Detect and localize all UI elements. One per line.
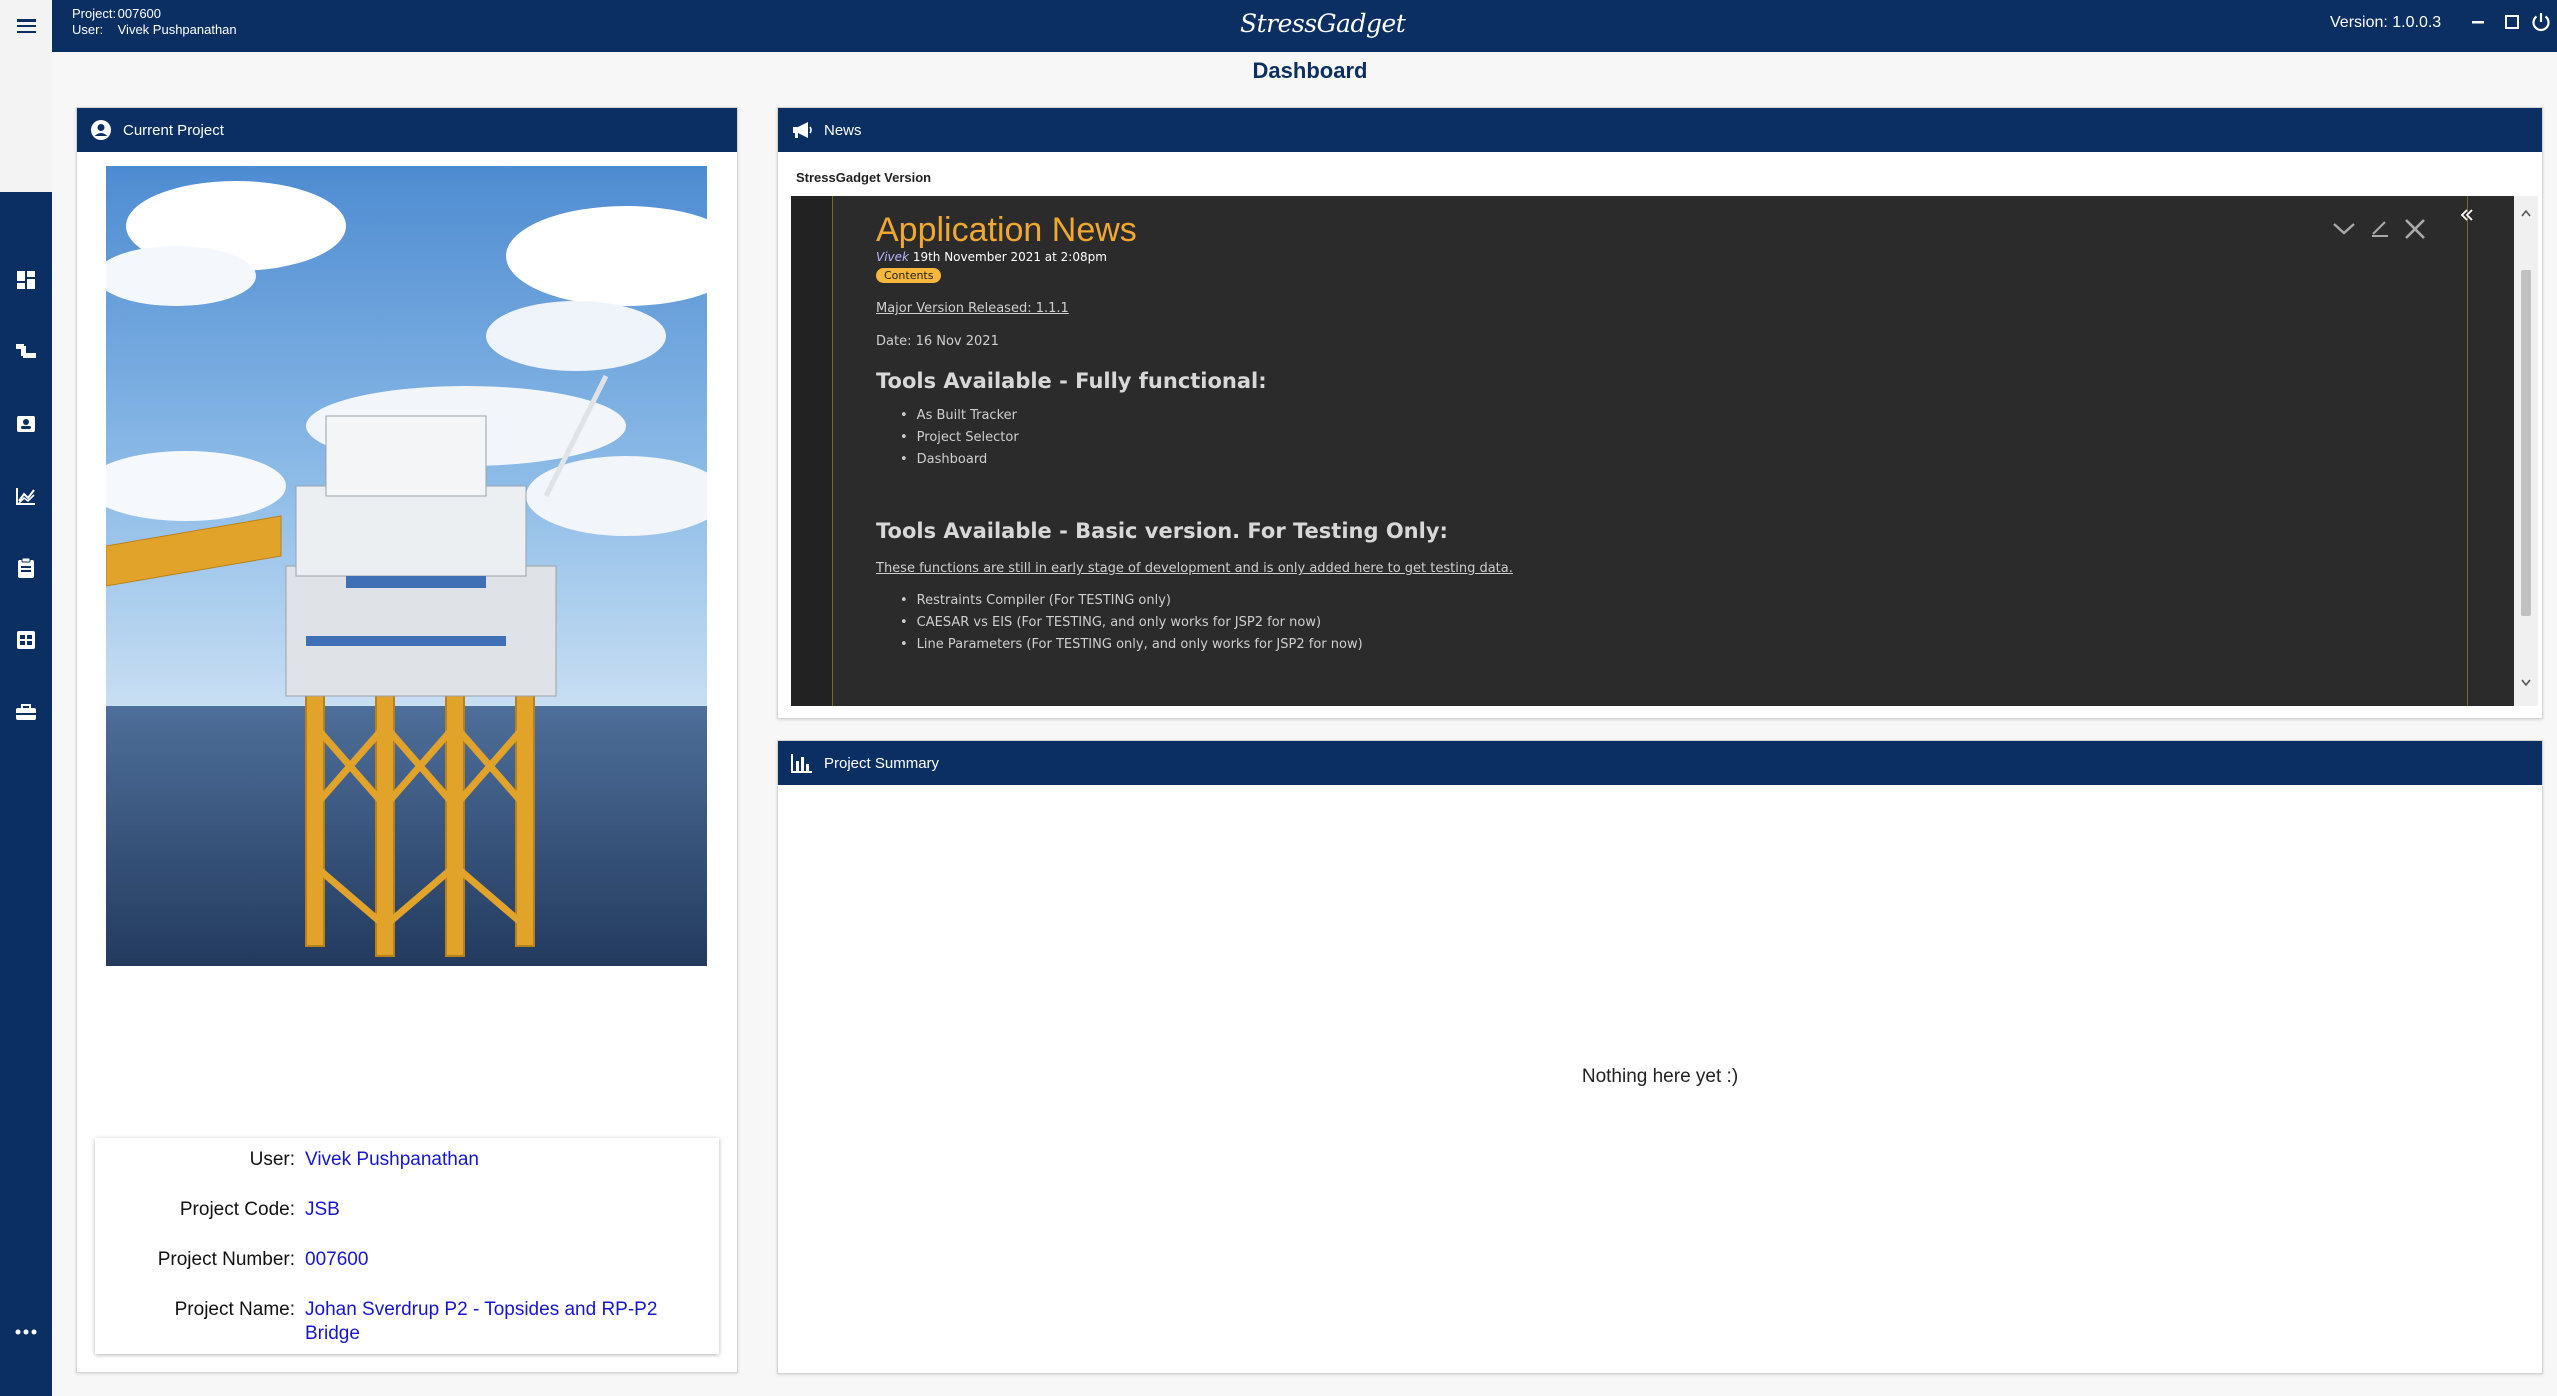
current-project-title: Current Project [123,121,224,139]
sidebar [0,192,52,1396]
double-chevron-left-icon [2460,209,2473,221]
project-label: Project: [72,6,117,21]
minimize-button[interactable] [2466,10,2490,34]
page-title: Dashboard [1252,58,1368,83]
list-item: Project Selector [900,427,2426,449]
news-subtitle: StressGadget Version [796,170,932,185]
close-icon[interactable] [2403,218,2427,240]
news-header: News [778,108,2542,152]
release-date: Date: 16 Nov 2021 [876,334,999,349]
scroll-up-icon[interactable] [2520,208,2532,220]
edit-icon[interactable] [2369,218,2391,238]
detail-label: User: [249,1149,295,1170]
project-summary-card: Project Summary [777,740,2543,1374]
chevron-down-icon[interactable] [2331,218,2357,238]
detail-value: Vivek Pushpanathan [305,1149,479,1170]
tools-list-functional: As Built Tracker Project Selector Dashbo… [900,405,2426,471]
news-toolbar [2331,218,2427,240]
news-title: News [824,121,862,139]
sidebar-item-reports[interactable] [0,546,52,590]
detail-label: Project Name: [174,1299,295,1320]
sidebar-item-dashboard[interactable] [0,258,52,302]
bar-chart-icon [790,751,814,775]
sidebar-item-tables[interactable] [0,618,52,662]
detail-row-project-number: Project Number: 007600 [95,1248,719,1272]
news-article: Application News Vivek 19th November 202… [876,210,2426,656]
sidebar-spacer [0,52,52,192]
maximize-button[interactable] [2500,10,2524,34]
project-summary-title: Project Summary [824,754,940,772]
heading-fully-functional: Tools Available - Fully functional: [876,369,1267,393]
news-scrollbar[interactable] [2514,196,2538,706]
sidebar-item-pipe-route[interactable] [0,330,52,374]
project-value: 007600 [117,6,162,21]
pipe-route-icon [16,344,36,358]
line-chart-icon [16,488,35,505]
version-label: Version: 1.0.0.3 [2330,14,2442,31]
detail-row-project-name: Project Name: Johan Sverdrup P2 - Topsid… [95,1298,719,1346]
app-logo: StressGadget [1240,9,1406,38]
project-image [106,166,707,966]
project-info: Project: 007600 User: Vivek Pushpanathan [72,6,237,38]
heading-testing-only: Tools Available - Basic version. For Tes… [876,519,1448,543]
table-grid-icon [17,631,35,649]
list-item: Dashboard [900,449,2426,471]
article-date: 19th November 2021 at 2:08pm [912,250,1107,264]
article-title: Application News [876,211,1137,249]
user-label: User: [72,22,104,37]
article-author[interactable]: Vivek [876,250,909,264]
news-right-border [2467,196,2468,706]
dashboard-icon [17,271,35,289]
user-value: Vivek Pushpanathan [117,22,237,37]
hamburger-icon [16,19,36,33]
maximize-icon [2505,15,2519,29]
current-project-header: Current Project [77,108,737,152]
collapse-button[interactable] [2459,206,2475,229]
detail-value: 007600 [305,1249,369,1270]
news-left-gutter [791,196,833,706]
menu-button[interactable] [0,0,52,52]
sidebar-item-contacts[interactable] [0,402,52,446]
detail-row-project-code: Project Code: JSB [95,1198,719,1222]
detail-value: Johan Sverdrup P2 - Topsides and RP-P2 B… [305,1299,658,1344]
tools-list-testing: Restraints Compiler (For TESTING only) C… [900,590,2426,656]
detail-label: Project Code: [179,1199,295,1220]
list-item: As Built Tracker [900,405,2426,427]
top-bar: Project: 007600 User: Vivek Pushpanathan… [0,0,2557,52]
contact-card-icon [17,416,35,432]
testing-note[interactable]: These functions are still in early stage… [876,561,2426,576]
power-button[interactable] [2529,10,2553,34]
more-icon [15,1329,37,1335]
list-item: Restraints Compiler (For TESTING only) [900,590,2426,612]
article-meta: Vivek 19th November 2021 at 2:08pm [876,250,2426,264]
sidebar-item-tools[interactable] [0,690,52,734]
sidebar-item-analytics[interactable] [0,474,52,518]
megaphone-icon [790,118,814,142]
scroll-thumb[interactable] [2521,270,2531,616]
project-details-box: User: Vivek Pushpanathan Project Code: J… [95,1138,719,1354]
project-summary-header: Project Summary [778,741,2542,785]
minimize-icon [2472,21,2484,24]
power-icon [2532,13,2550,32]
clipboard-icon [18,557,34,578]
sidebar-item-more[interactable] [0,1310,52,1354]
scroll-down-icon[interactable] [2520,676,2532,688]
detail-row-user: User: Vivek Pushpanathan [95,1148,719,1172]
toolbox-icon [16,704,36,720]
account-circle-icon [89,118,113,142]
list-item: CAESAR vs EIS (For TESTING, and only wor… [900,612,2426,634]
detail-value: JSB [305,1199,340,1220]
list-item: Line Parameters (For TESTING only, and o… [900,634,2426,656]
release-link[interactable]: Major Version Released: 1.1.1 [876,301,2426,316]
contents-badge[interactable]: Contents [876,268,942,283]
news-viewer: Application News Vivek 19th November 202… [791,196,2514,706]
detail-label: Project Number: [157,1249,295,1270]
empty-state-message: Nothing here yet :) [1581,1066,1739,1087]
